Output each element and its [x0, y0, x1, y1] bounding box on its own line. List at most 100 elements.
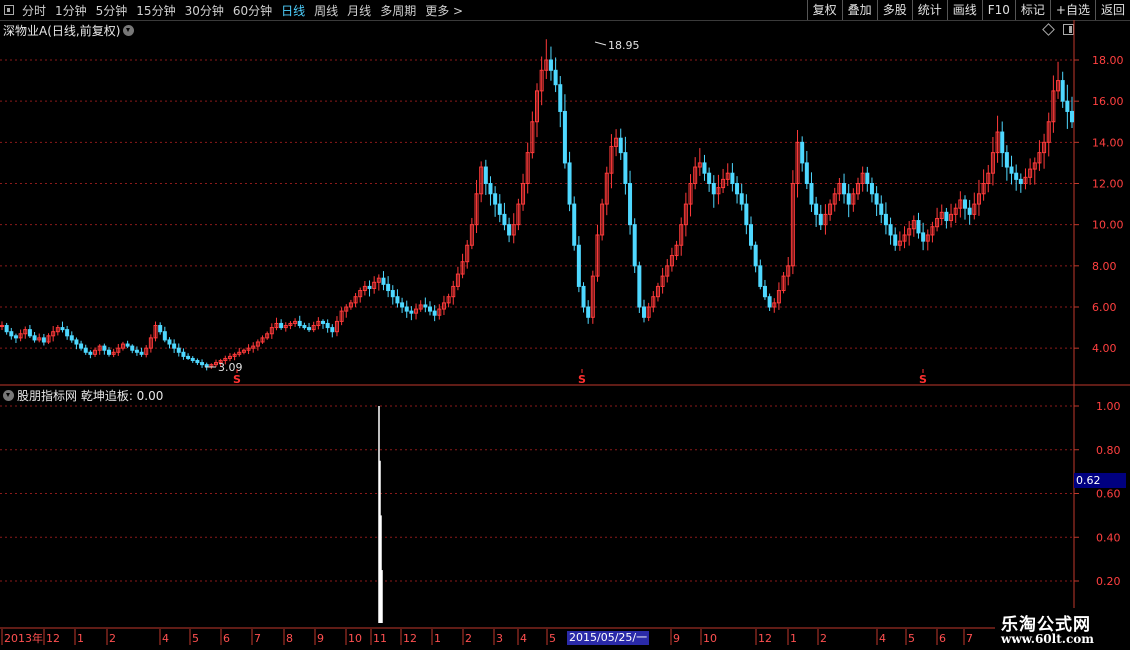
candle-body: [302, 325, 307, 329]
date-label: 11: [373, 632, 387, 645]
indicator-y-tick-label: 1.00: [1096, 400, 1121, 413]
candle-body: [88, 351, 93, 355]
date-label: 9: [317, 632, 324, 645]
candle-body: [83, 347, 88, 353]
y-tick-label: 18.00: [1092, 54, 1124, 67]
candle-body: [707, 172, 712, 184]
candle-body: [493, 193, 498, 205]
candle-body: [483, 166, 488, 185]
candle-body: [632, 224, 637, 267]
candle-body: [846, 193, 851, 205]
date-label: 6: [939, 632, 946, 645]
date-label: 5: [192, 632, 199, 645]
candle-body: [567, 162, 572, 205]
candle-body: [842, 183, 847, 195]
candle-body: [400, 302, 405, 308]
date-label: 4: [520, 632, 527, 645]
candle-body: [162, 331, 167, 341]
candle-body: [65, 329, 70, 337]
candle-body: [204, 364, 209, 368]
candle-body: [637, 265, 642, 308]
candle-body: [74, 339, 79, 345]
candle-body: [386, 283, 391, 292]
candle-body: [730, 172, 735, 184]
date-label: 5: [908, 632, 915, 645]
date-label: 3: [496, 632, 503, 645]
candle-body: [307, 327, 312, 331]
candle-body: [102, 345, 107, 351]
candle-body: [1065, 100, 1070, 112]
y-tick-label: 8.00: [1092, 260, 1117, 273]
date-label: 10: [348, 632, 362, 645]
candle-body: [107, 349, 111, 355]
indicator-y-tick-label: 0.20: [1096, 575, 1121, 588]
y-tick-label: 12.00: [1092, 178, 1124, 191]
candle-body: [27, 329, 32, 337]
candle-body: [809, 183, 814, 205]
candle-body: [195, 360, 200, 364]
candle-body: [190, 357, 195, 362]
candle-body: [432, 310, 437, 316]
cursor-date-badge: 2015/05/25/一: [567, 631, 650, 645]
candle-body: [618, 137, 623, 154]
cursor-value-badge: 0.62: [1074, 473, 1126, 488]
candle-body: [1009, 166, 1014, 174]
candle-body: [888, 224, 893, 236]
candle-body: [381, 277, 386, 285]
date-label: 9: [673, 632, 680, 645]
date-label: 1: [790, 632, 797, 645]
date-label: 1: [434, 632, 441, 645]
date-label: 12: [758, 632, 772, 645]
candle-body: [553, 69, 558, 86]
candle-body: [1018, 178, 1023, 184]
candle-body: [130, 345, 135, 351]
candle-body: [702, 162, 707, 174]
candle-body: [1004, 152, 1009, 168]
candle-body: [325, 322, 330, 329]
price-chart[interactable]: 18.00 16.00 14.00 12.00 10.00 8.00 6.00 4.00 1.0…: [0, 0, 1130, 650]
date-label: 6: [223, 632, 230, 645]
candle-body: [548, 59, 553, 71]
y-tick-label: 6.00: [1092, 301, 1117, 314]
indicator-y-tick-label: 0.80: [1096, 444, 1121, 457]
date-label: 2013年: [4, 631, 43, 645]
candle-body: [330, 327, 335, 333]
candle-body: [0, 325, 4, 328]
candle-body: [502, 213, 507, 226]
signal-marker-s: S: [578, 373, 586, 386]
candle-body: [758, 265, 763, 287]
candle-body: [767, 296, 772, 308]
candle-body: [200, 362, 205, 366]
date-label: 12: [46, 632, 60, 645]
candle-body: [9, 331, 14, 337]
indicator-y-tick-label: 0.40: [1096, 531, 1121, 544]
candle-body: [1000, 131, 1005, 154]
signal-marker-s: S: [233, 373, 241, 386]
candle-body: [921, 232, 926, 242]
candle-body: [800, 141, 805, 164]
candle-body: [1060, 80, 1065, 102]
candle-body: [642, 306, 646, 318]
candle-body: [158, 325, 163, 333]
y-tick-label: 14.00: [1092, 136, 1124, 149]
date-label: 8: [286, 632, 293, 645]
indicator-y-tick-label: 0.60: [1096, 488, 1121, 501]
candle-body: [488, 183, 493, 195]
candle-body: [762, 285, 767, 298]
candle-body: [711, 183, 716, 195]
candle-body: [423, 304, 428, 308]
candle-body: [367, 285, 372, 289]
watermark-logo: 乐淘公式网 www.60lt.com: [995, 608, 1130, 650]
candle-body: [865, 172, 870, 184]
candle-body: [60, 327, 65, 331]
candle-body: [139, 351, 144, 355]
candle-body: [558, 84, 563, 112]
candle-body: [507, 224, 512, 236]
candle-body: [916, 220, 921, 234]
candle-body: [41, 337, 46, 343]
candle-body: [279, 322, 284, 329]
signal-marker-s: S: [919, 373, 927, 386]
candle-body: [576, 244, 581, 287]
candle-body: [818, 213, 823, 226]
candle-body: [13, 335, 18, 339]
